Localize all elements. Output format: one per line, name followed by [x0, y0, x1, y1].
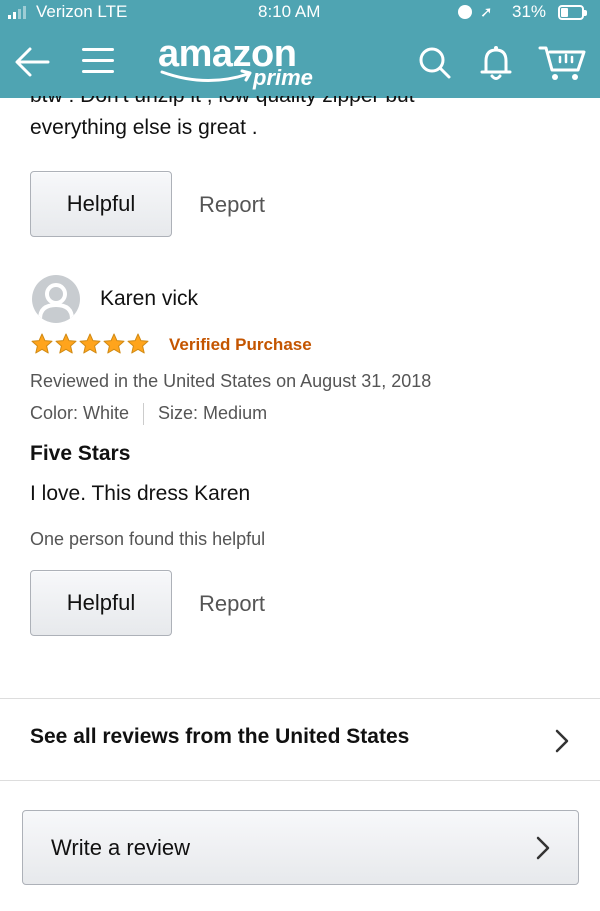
- previous-review-clipped-line: btw : Don't unzip it , low quality zippe…: [30, 96, 590, 106]
- amazon-prime-logo[interactable]: amazon prime: [158, 32, 328, 92]
- star-icon: [55, 333, 77, 354]
- location-icon: ➚: [480, 4, 493, 21]
- star-icon: [79, 333, 101, 354]
- helpful-button[interactable]: Helpful: [30, 171, 172, 237]
- alarm-icon: [458, 5, 472, 19]
- review-title: Five Stars: [30, 442, 131, 465]
- verified-purchase-badge: Verified Purchase: [169, 335, 312, 354]
- hamburger-menu-icon[interactable]: [82, 44, 116, 78]
- star-icon: [31, 333, 53, 354]
- cart-icon[interactable]: [538, 40, 588, 84]
- back-arrow-icon[interactable]: [12, 42, 52, 82]
- logo-prime: prime: [253, 65, 313, 90]
- previous-review-clipped-text: btw : Don't unzip it , low quality zippe…: [30, 96, 415, 106]
- clock-time: 8:10 AM: [258, 2, 321, 21]
- see-all-reviews-row[interactable]: See all reviews from the United States: [0, 700, 600, 780]
- app-header: amazon prime: [0, 26, 600, 98]
- write-review-label: Write a review: [51, 835, 190, 860]
- divider: [0, 780, 600, 781]
- status-bar: Verizon LTE 8:10 AM ➚ 31%: [0, 0, 600, 26]
- size-variant: Size: Medium: [158, 403, 268, 423]
- helpful-count: One person found this helpful: [30, 529, 266, 549]
- chevron-right-icon: [536, 836, 550, 860]
- variant-divider: [143, 403, 145, 426]
- carrier-name: Verizon LTE: [36, 2, 128, 21]
- review-date-line: Reviewed in the United States on August …: [30, 371, 432, 391]
- battery-icon: [558, 5, 587, 20]
- see-all-reviews-label: See all reviews from the United States: [30, 725, 410, 748]
- previous-review-text-end: everything else is great .: [30, 116, 258, 139]
- battery-level-fill: [561, 8, 568, 17]
- star-icon: [103, 333, 125, 354]
- battery-percentage: 31%: [512, 2, 547, 21]
- write-review-button[interactable]: Write a review: [22, 810, 579, 885]
- user-silhouette-icon: [38, 283, 74, 320]
- logo-smile-icon: [160, 69, 252, 82]
- star-rating: [30, 332, 150, 356]
- divider: [0, 698, 600, 699]
- search-icon[interactable]: [416, 44, 454, 82]
- report-link[interactable]: Report: [199, 591, 265, 617]
- chevron-right-icon: [555, 729, 569, 753]
- report-link[interactable]: Report: [199, 192, 265, 218]
- review-variant-line: Color: White Size: Medium: [30, 403, 268, 426]
- reviewer-name[interactable]: Karen vick: [100, 287, 198, 311]
- helpful-button[interactable]: Helpful: [30, 570, 172, 636]
- bell-icon[interactable]: [478, 44, 514, 82]
- signal-strength-icon: [8, 6, 26, 19]
- avatar: [32, 275, 80, 323]
- star-icon: [127, 333, 149, 354]
- color-variant: Color: White: [30, 403, 130, 423]
- review-body: I love. This dress Karen: [30, 482, 251, 505]
